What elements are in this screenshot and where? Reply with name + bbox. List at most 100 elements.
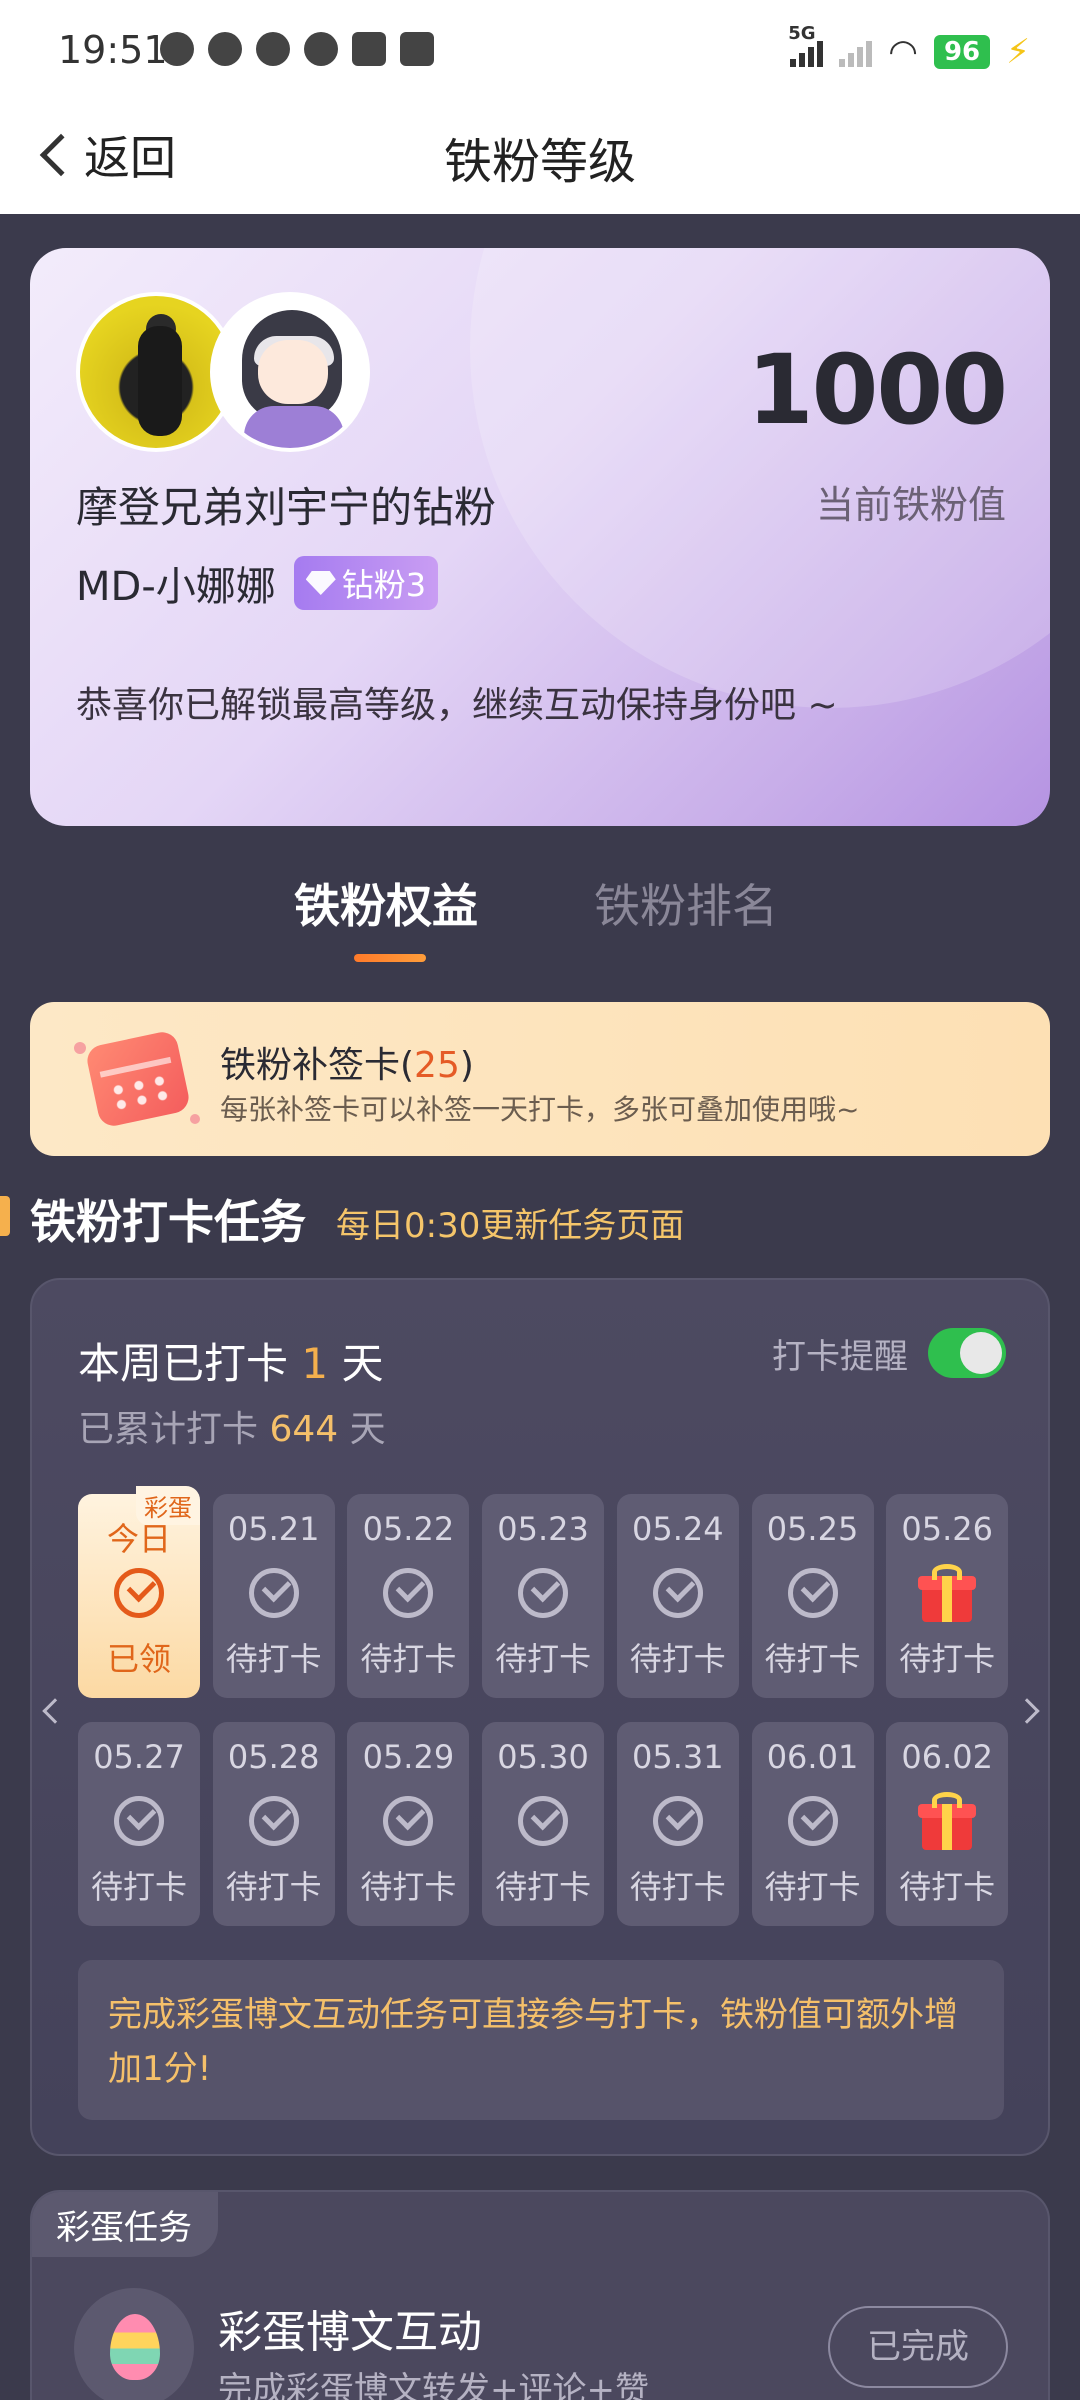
egg-task-tag: 彩蛋任务 xyxy=(32,2192,218,2257)
signal-2-icon xyxy=(839,37,873,67)
check-circle-icon xyxy=(114,1568,164,1618)
makeup-card-banner[interactable]: 铁粉补签卡(25) 每张补签卡可以补签一天打卡，多张可叠加使用哦~ xyxy=(30,1002,1050,1156)
wechat-icon xyxy=(208,32,242,66)
notification-icons xyxy=(160,32,434,66)
nav-bar: 返回 铁粉等级 xyxy=(0,100,1080,214)
user-row: MD-小娜娜 钻粉3 xyxy=(76,554,439,612)
checkin-day-date: 05.30 xyxy=(497,1738,589,1776)
section-subtitle: 每日0:30更新任务页面 xyxy=(336,1206,685,1246)
checkin-day-date: 05.25 xyxy=(766,1510,859,1548)
check-circle-icon xyxy=(518,1796,569,1846)
reminder-label: 打卡提醒 xyxy=(772,1336,908,1377)
check-circle-icon xyxy=(383,1568,434,1618)
checkin-day-status: 待打卡 xyxy=(764,1868,861,1906)
message-icon xyxy=(256,32,290,66)
check-circle-icon xyxy=(383,1796,434,1846)
easter-egg-tag: 彩蛋 xyxy=(136,1486,200,1525)
egg-task-title: 彩蛋博文互动 xyxy=(218,2307,482,2358)
xiu-app-icon xyxy=(352,32,386,66)
checkin-day-status: 已领 xyxy=(106,1640,171,1678)
tab-fan-ranking[interactable]: 铁粉排名 xyxy=(594,870,778,936)
check-circle-icon xyxy=(652,1796,703,1846)
checkin-day-date: 05.24 xyxy=(631,1510,724,1548)
fan-level-badge: 钻粉3 xyxy=(293,556,439,610)
fan-title: 摩登兄弟刘宇宁的钻粉 xyxy=(76,483,497,532)
makeup-card-title: 铁粉补签卡(25) xyxy=(220,1045,474,1086)
fan-profile-card: 1000 当前铁粉值 摩登兄弟刘宇宁的钻粉 MD-小娜娜 钻粉3 恭喜你已解锁最… xyxy=(30,248,1050,826)
wifi-icon: ◠ xyxy=(888,32,918,72)
checkin-day-status: 待打卡 xyxy=(225,1868,322,1906)
checkin-day[interactable]: 05.25 待打卡 xyxy=(751,1494,874,1698)
checkin-day-status: 待打卡 xyxy=(360,1640,457,1678)
task-completed-button[interactable]: 已完成 xyxy=(828,2306,1008,2388)
checkin-day-date: 05.27 xyxy=(93,1738,185,1776)
check-circle-icon xyxy=(652,1568,703,1618)
checkin-day-date: 05.26 xyxy=(901,1510,993,1548)
level-message: 恭喜你已解锁最高等级，继续互动保持身份吧 ~ xyxy=(76,685,838,726)
checkin-day[interactable]: 05.29 待打卡 xyxy=(347,1722,470,1926)
checkin-day-status: 待打卡 xyxy=(495,1640,592,1678)
makeup-card-count: 25 xyxy=(414,1045,460,1086)
checkin-day-status: 待打卡 xyxy=(90,1868,187,1906)
easter-egg-icon xyxy=(74,2288,194,2400)
status-time: 19:51 xyxy=(58,28,168,72)
sparkle-icon xyxy=(190,1114,200,1124)
battery-icon: 96 xyxy=(933,35,991,69)
checkin-day-status: 待打卡 xyxy=(495,1868,592,1906)
checkin-day-date: 05.22 xyxy=(362,1510,455,1548)
status-right: 5G ◠ 96 ⚡ xyxy=(788,23,1030,72)
checkin-day-status: 待打卡 xyxy=(629,1640,726,1678)
calendar-icon xyxy=(84,1029,192,1129)
check-circle-icon xyxy=(114,1796,164,1846)
sparkle-icon xyxy=(74,1042,86,1054)
checkin-card: 本周已打卡 1 天 已累计打卡 644 天 打卡提醒 今日 已领 彩蛋 05.21 待打… xyxy=(30,1278,1050,2156)
checkin-day-status: 待打卡 xyxy=(899,1640,996,1678)
checkin-day[interactable]: 05.27 待打卡 xyxy=(78,1722,200,1926)
checkin-day[interactable]: 05.24 待打卡 xyxy=(616,1494,739,1698)
checkin-day-date: 06.01 xyxy=(766,1738,859,1776)
egg-task-desc: 完成彩蛋博文转发+评论+赞 xyxy=(218,2370,649,2400)
checkin-day[interactable]: 05.21 待打卡 xyxy=(212,1494,335,1698)
tab-indicator xyxy=(354,954,426,962)
section-title: 铁粉打卡任务 xyxy=(30,1195,306,1249)
diamond-icon xyxy=(305,571,336,595)
checkin-day[interactable]: 06.02 待打卡 xyxy=(886,1722,1009,1926)
page-title: 铁粉等级 xyxy=(443,134,636,190)
fan-score: 1000 xyxy=(746,334,1008,446)
checkin-day-status: 待打卡 xyxy=(360,1868,457,1906)
weekly-checkin-count: 本周已打卡 1 天 xyxy=(78,1339,384,1388)
fan-level-label: 钻粉3 xyxy=(341,566,427,604)
check-circle-icon xyxy=(787,1796,838,1846)
checkin-day-date: 05.23 xyxy=(497,1510,589,1548)
inbox-icon xyxy=(400,32,434,66)
tab-fan-benefits[interactable]: 铁粉权益 xyxy=(294,870,478,936)
checkin-day[interactable]: 05.22 待打卡 xyxy=(347,1494,470,1698)
checkin-day[interactable]: 05.28 待打卡 xyxy=(212,1722,335,1926)
checkin-day-date: 05.29 xyxy=(362,1738,455,1776)
reminder-toggle[interactable] xyxy=(928,1328,1006,1378)
checkin-day[interactable]: 05.31 待打卡 xyxy=(616,1722,739,1926)
checkin-reminder: 打卡提醒 xyxy=(772,1328,1006,1378)
charging-icon: ⚡ xyxy=(1006,32,1030,72)
network-label: 5G xyxy=(788,23,816,44)
checkin-day-date: 06.02 xyxy=(901,1738,993,1776)
checkin-day[interactable]: 05.23 待打卡 xyxy=(482,1494,605,1698)
checkin-day[interactable]: 05.30 待打卡 xyxy=(482,1722,605,1926)
checkin-day-date: 05.31 xyxy=(631,1738,724,1776)
gift-icon xyxy=(918,1564,977,1622)
checkin-day-today[interactable]: 今日 已领 彩蛋 xyxy=(78,1486,200,1698)
gift-icon xyxy=(918,1792,977,1850)
status-bar: 19:51 5G ◠ 96 ⚡ xyxy=(0,0,1080,100)
checkin-day-status: 待打卡 xyxy=(629,1868,726,1906)
total-checkin-count: 已累计打卡 644 天 xyxy=(78,1409,386,1450)
checkin-day-status: 待打卡 xyxy=(225,1640,322,1678)
checkin-day[interactable]: 06.01 待打卡 xyxy=(751,1722,874,1926)
check-circle-icon xyxy=(787,1568,838,1618)
egg-task-card: 彩蛋任务 彩蛋博文互动 完成彩蛋博文转发+评论+赞 已完成 xyxy=(30,2190,1050,2400)
makeup-card-desc: 每张补签卡可以补签一天打卡，多张可叠加使用哦~ xyxy=(220,1093,860,1126)
user-avatar[interactable] xyxy=(210,292,370,452)
check-circle-icon xyxy=(248,1796,299,1846)
section-marker xyxy=(0,1196,10,1236)
checkin-day[interactable]: 05.26 待打卡 xyxy=(886,1494,1009,1698)
weibo-icon xyxy=(160,32,194,66)
